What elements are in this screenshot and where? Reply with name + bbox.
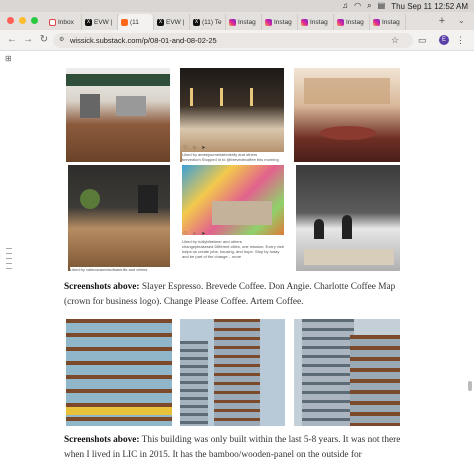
substack-icon [121,18,128,26]
tab-search-icon[interactable]: ⌄ [458,15,465,27]
x-icon: X [193,18,200,26]
tab-instagram-4[interactable]: Instag [334,14,370,30]
search-icon[interactable]: ⌕ [367,0,371,12]
close-window-button[interactable] [7,17,14,24]
instagram-post-caption-3: Liked by caliecaramelsofsantrills and ot… [70,267,174,272]
instagram-icon [265,18,272,26]
photo-artem-coffee[interactable] [296,165,400,271]
extensions-icon[interactable]: ▭ [418,34,427,46]
menu-bar-status: ♫ ◠ ⌕ ▤ Thu Sep 11 12:52 AM [342,0,468,12]
tab-instagram-5[interactable]: Instag [370,14,406,30]
instagram-post-caption: Liked by ameejournelsbbmkrify and others… [182,152,284,162]
photo-building-1[interactable] [66,319,172,426]
post-actions-icons[interactable]: ♡ ○ ➤ [183,145,207,151]
tab-evw-2[interactable]: X EVW | [154,14,190,30]
tab-evw-1[interactable]: X EVW | [82,14,118,30]
photo-building-2[interactable] [180,319,285,426]
x-icon: X [157,18,164,26]
forward-icon[interactable]: → [22,34,34,46]
tab-substack-active[interactable]: (11 [118,14,154,30]
reload-icon[interactable]: ↻ [38,34,50,46]
bookmark-star-icon[interactable]: ☆ [391,34,399,46]
photo-slayer-espresso[interactable] [66,68,170,162]
caption-building: Screenshots above: This building was onl… [64,433,404,463]
photo-change-please-coffee[interactable] [182,165,284,235]
tab-instagram-3[interactable]: Instag [298,14,334,30]
apps-grid-icon[interactable]: ⊞ [5,54,12,63]
music-icon[interactable]: ♫ [342,0,348,12]
browser-toolbar: ← → ↻ ⚙ wissick.substack.com/p/08-01-and… [0,30,474,51]
profile-avatar[interactable]: E [439,35,449,45]
gmail-icon [49,18,56,26]
window-controls [7,17,38,24]
instagram-icon [301,18,308,26]
wifi-icon[interactable]: ◠ [354,0,361,12]
browser-tab-strip: Inbox X EVW | (11 X EVW | X (11) Te Instag … [0,12,474,30]
photo-building-3[interactable] [294,319,400,426]
minimize-window-button[interactable] [19,17,26,24]
menu-bar-clock[interactable]: Thu Sep 11 12:52 AM [391,2,468,11]
site-info-icon[interactable]: ⚙ [59,37,66,44]
tab-list: Inbox X EVW | (11 X EVW | X (11) Te Instag … [46,14,406,30]
post-actions-icons-2[interactable]: ♡ ○ ➤ [183,231,207,237]
browser-menu-icon[interactable]: ⋮ [456,34,465,46]
control-center-icon[interactable]: ▤ [378,0,386,12]
tab-instagram-2[interactable]: Instag [262,14,298,30]
macos-menu-bar: ♫ ◠ ⌕ ▤ Thu Sep 11 12:52 AM [0,0,474,12]
instagram-post-caption-2: Liked by hollybtbelmer and others change… [182,239,284,259]
new-tab-button[interactable]: + [436,15,448,27]
tab-inbox[interactable]: Inbox [46,14,82,30]
photo-charlotte-coffee-map[interactable] [68,165,170,271]
instagram-icon [373,18,380,26]
photo-don-angie[interactable] [294,68,400,162]
tab-instagram-1[interactable]: Instag [226,14,262,30]
address-bar[interactable]: ⚙ wissick.substack.com/p/08-01-and-08-02… [53,33,413,48]
caption-label-2: Screenshots above: [64,435,140,445]
caption-label: Screenshots above: [64,282,140,292]
substack-article-page: ⊞ ♡ ○ ➤ Liked by ameejournelsbbmkrify an… [0,51,474,463]
table-of-contents-toggle[interactable] [6,248,12,269]
instagram-icon [337,18,344,26]
x-icon: X [85,18,92,26]
tab-x-notifications[interactable]: X (11) Te [190,14,226,30]
url-text[interactable]: wissick.substack.com/p/08-01-and-08-02-2… [70,36,217,45]
fullscreen-window-button[interactable] [31,17,38,24]
instagram-icon [229,18,236,26]
caption-coffee-shops: Screenshots above: Slayer Espresso. Brev… [64,280,404,310]
scrollbar-thumb[interactable] [468,381,472,391]
back-icon[interactable]: ← [6,34,18,46]
